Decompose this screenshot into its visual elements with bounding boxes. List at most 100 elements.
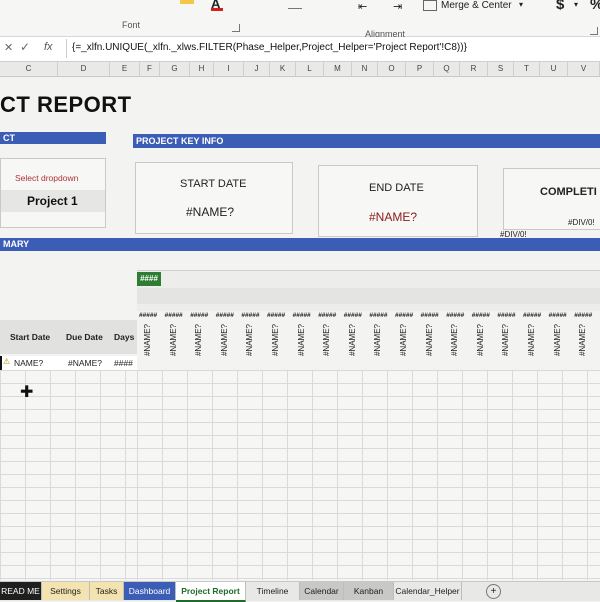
col-days: Days xyxy=(114,332,135,342)
column-header-u[interactable]: U xyxy=(540,62,568,76)
sheet-tab-tasks[interactable]: Tasks xyxy=(90,582,124,600)
column-header-m[interactable]: M xyxy=(324,62,352,76)
timeline-hash-cell: ##### xyxy=(446,312,465,319)
timeline-date-cell: #NAME? xyxy=(424,324,434,357)
project-section-bar: CT xyxy=(0,132,106,144)
sheet-tab-kanban[interactable]: Kanban xyxy=(344,582,394,600)
column-header-q[interactable]: Q xyxy=(434,62,460,76)
complete-label: COMPLETI xyxy=(540,186,597,198)
timeline-date-cell: #NAME? xyxy=(578,324,588,357)
project-dropdown[interactable]: Project 1 xyxy=(1,190,105,212)
start-date-value: #NAME? xyxy=(186,205,235,219)
increase-indent-icon[interactable]: ⇥ xyxy=(393,0,402,13)
insert-function-icon[interactable]: fx xyxy=(44,41,53,53)
column-header-k[interactable]: K xyxy=(270,62,296,76)
currency-chevron-icon[interactable]: ▾ xyxy=(574,0,578,9)
timeline-date-cell: #NAME? xyxy=(347,324,357,357)
highlight-color-icon[interactable] xyxy=(180,0,194,4)
table-header-row: Start Date Due Date Days xyxy=(0,320,137,354)
timeline-hash-cell: ##### xyxy=(343,312,362,319)
enter-check-icon[interactable]: ✓ xyxy=(20,40,30,54)
timeline-hash-cell: ##### xyxy=(574,312,593,319)
formula-divider xyxy=(66,39,67,58)
project-value: Project 1 xyxy=(27,194,78,208)
column-header-i[interactable]: I xyxy=(214,62,244,76)
warning-icon[interactable]: ⚠ xyxy=(3,357,10,366)
select-dropdown-label: Select dropdown xyxy=(15,173,79,183)
sheet-tab-dashboard[interactable]: Dashboard xyxy=(124,582,176,600)
timeline-date-cell: #NAME? xyxy=(373,324,383,357)
column-headers: CDEFGHIJKLMNOPQRSTUV xyxy=(0,62,600,77)
sheet-tab-calendar[interactable]: Calendar xyxy=(300,582,344,600)
column-header-v[interactable]: V xyxy=(568,62,600,76)
add-sheet-icon[interactable]: + xyxy=(486,584,501,599)
column-header-p[interactable]: P xyxy=(406,62,434,76)
table-row[interactable]: ⚠ NAME? #NAME? #### xyxy=(0,356,137,370)
timeline-date-cell: #NAME? xyxy=(143,324,152,357)
column-header-l[interactable]: L xyxy=(296,62,324,76)
column-header-r[interactable]: R xyxy=(460,62,488,76)
column-header-s[interactable]: S xyxy=(488,62,514,76)
timeline-hash-cell: ##### xyxy=(395,312,414,319)
column-header-n[interactable]: N xyxy=(352,62,378,76)
formula-input[interactable]: {=_xlfn.UNIQUE(_xlfn._xlws.FILTER(Phase_… xyxy=(72,42,467,53)
sheet-tab-calendar-helper[interactable]: Calendar_Helper xyxy=(394,582,462,600)
merge-center-button[interactable]: Merge & Center xyxy=(441,0,512,11)
sheet-tab-read-me[interactable]: READ ME xyxy=(0,582,42,600)
timeline-grid-area xyxy=(137,370,600,580)
column-header-o[interactable]: O xyxy=(378,62,406,76)
timeline-date-cell: #NAME? xyxy=(219,324,229,357)
cancel-icon[interactable]: ✕ xyxy=(4,41,13,54)
alignment-dialog-launcher-icon[interactable] xyxy=(590,27,598,35)
start-date-card: START DATE #NAME? xyxy=(135,162,293,234)
timeline-date-cell: #NAME? xyxy=(399,324,408,357)
align-icon[interactable] xyxy=(288,0,302,9)
timeline-hash-cell: ##### xyxy=(548,312,567,319)
sheet-tab-project-report[interactable]: Project Report xyxy=(176,582,246,602)
timeline-hash-cell: ##### xyxy=(267,312,286,319)
timeline-date-cell: #NAME? xyxy=(450,324,460,357)
timeline-date-cell: #NAME? xyxy=(296,324,306,357)
timeline-week-row xyxy=(137,288,600,304)
sheet-tab-timeline[interactable]: Timeline xyxy=(246,582,300,600)
timeline-today-badge[interactable]: #### xyxy=(137,272,161,286)
column-header-g[interactable]: G xyxy=(160,62,190,76)
column-header-j[interactable]: J xyxy=(244,62,270,76)
timeline-name-row: #NAME? #NAME? #NAME? #NAME? #NAME? #NAME? #NAM… xyxy=(137,322,600,368)
timeline-date-cell: #NAME? xyxy=(168,324,178,357)
timeline-date-cell: #NAME? xyxy=(552,324,562,357)
column-header-d[interactable]: D xyxy=(58,62,110,76)
column-header-t[interactable]: T xyxy=(514,62,540,76)
column-header-e[interactable]: E xyxy=(110,62,140,76)
column-header-h[interactable]: H xyxy=(190,62,214,76)
font-color-swatch xyxy=(211,8,223,11)
timeline-hash-row: ##### ##### ##### ##### ##### ##### ##### #####… xyxy=(137,312,600,322)
timeline-hash-cell: ##### xyxy=(241,312,260,319)
project-select-card: Select dropdown Project 1 xyxy=(0,158,106,228)
summary-bar: MARY xyxy=(0,238,600,251)
selected-cell-border xyxy=(0,356,2,370)
column-header-c[interactable]: C xyxy=(0,62,58,76)
timeline-hash-cell: ##### xyxy=(139,312,158,319)
key-info-bar: PROJECT KEY INFO xyxy=(133,134,600,148)
sheet-tab-settings[interactable]: Settings xyxy=(42,582,90,600)
merge-center-icon[interactable] xyxy=(423,0,437,11)
ribbon: A Font ⇤ ⇥ Alignment Merge & Center ▾ $ … xyxy=(0,0,600,39)
decrease-indent-icon[interactable]: ⇤ xyxy=(358,0,367,13)
timeline-hash-cell: ##### xyxy=(369,312,388,319)
col-start-date: Start Date xyxy=(10,332,51,342)
timeline-hash-cell: ##### xyxy=(471,312,490,319)
chevron-down-icon[interactable]: ▾ xyxy=(519,0,523,9)
row-due-date: #NAME? xyxy=(68,358,103,368)
currency-button[interactable]: $ xyxy=(556,0,564,13)
end-date-card: END DATE #NAME? xyxy=(318,165,478,237)
timeline-date-cell: #NAME? xyxy=(194,324,204,357)
percent-button[interactable]: % xyxy=(590,0,600,13)
timeline-date-cell: #NAME? xyxy=(501,324,511,357)
timeline-date-cell: #NAME? xyxy=(271,324,280,357)
row-days: #### xyxy=(114,358,133,368)
report-title: CT REPORT xyxy=(0,92,132,117)
column-header-f[interactable]: F xyxy=(140,62,160,76)
font-dialog-launcher-icon[interactable] xyxy=(232,24,240,32)
sheet-tabs: READ ME Settings Tasks Dashboard Project Rep… xyxy=(0,581,600,602)
